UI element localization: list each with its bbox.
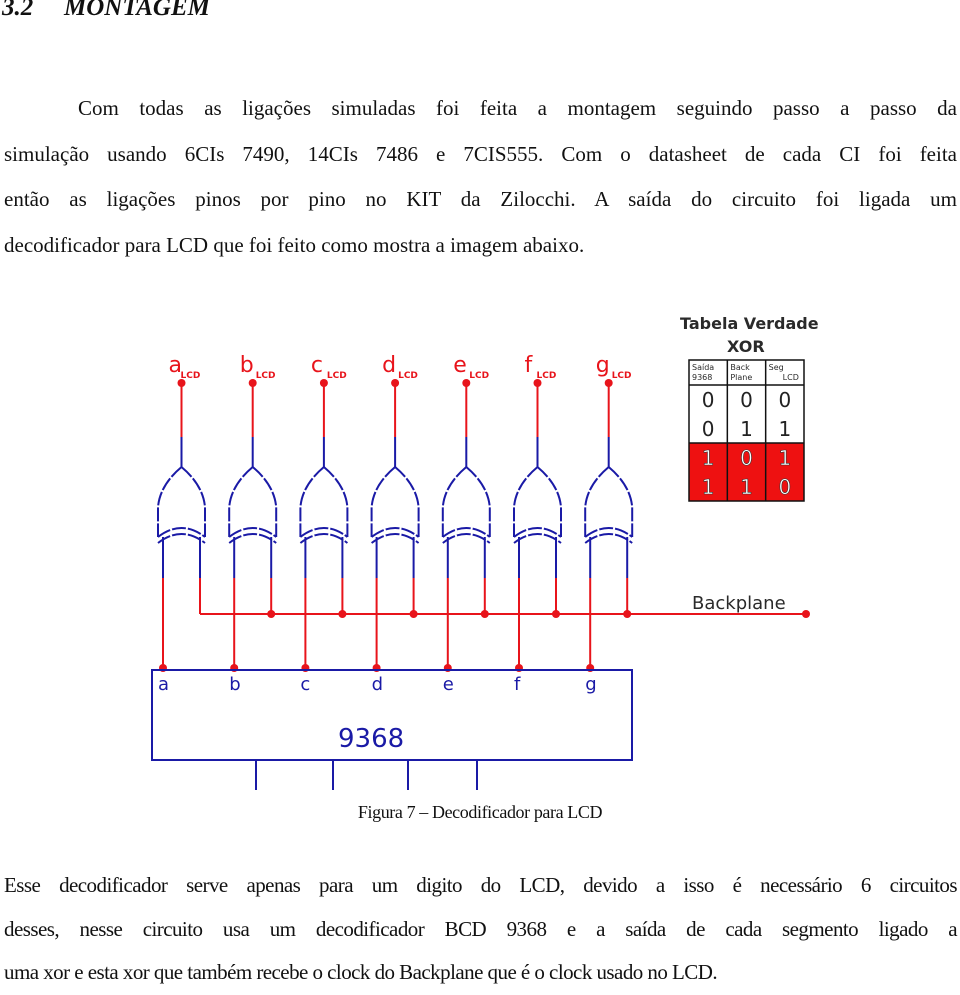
decoder-pin-label: c <box>300 674 310 695</box>
truth-table-cell: 0 <box>740 446 753 470</box>
truth-table-title: Tabela Verdade <box>680 314 819 333</box>
truth-table: Tabela Verdade XOR Saída9368 BackPlane SegLC… <box>680 314 819 502</box>
xor-gate-body <box>513 466 562 544</box>
figure-caption: Figura 7 – Decodificador para LCD <box>357 802 603 822</box>
lcd-output-subscript: LCD <box>256 371 276 381</box>
closing-line: uma xor e esta xor que também recebe o c… <box>4 960 718 984</box>
closing-paragraph: Esse decodificador serve apenas para um … <box>4 864 958 995</box>
xor-gate <box>299 466 349 544</box>
xor-gate <box>441 466 491 544</box>
truth-table-header-sub: LCD <box>783 373 799 382</box>
truth-table-cell: 0 <box>740 388 753 412</box>
truth-table-cell: 0 <box>778 388 791 412</box>
truth-table-header-sub: Plane <box>730 373 752 382</box>
lcd-output-subscript: LCD <box>612 371 632 381</box>
truth-table-cell: 1 <box>702 475 715 499</box>
lcd-output-label: c <box>311 353 323 378</box>
section-heading: 3.2 MONTAGEM <box>2 0 210 22</box>
lcd-output-subscript: LCD <box>327 371 347 381</box>
xor-gate <box>228 466 278 544</box>
xor-gate <box>157 466 206 544</box>
lcd-output-subscript: LCD <box>537 371 557 381</box>
backplane-label: Backplane <box>692 593 786 614</box>
intro-line: então as ligações pinos por pino no KIT … <box>4 187 957 211</box>
truth-table-cell: 1 <box>740 417 753 441</box>
xor-gate-body <box>299 466 349 544</box>
backplane-node <box>802 610 810 618</box>
intro-line: Com todas as ligações simuladas foi feit… <box>78 96 957 120</box>
truth-table-subtitle: XOR <box>727 337 765 356</box>
closing-line: Esse decodificador serve apenas para um … <box>4 873 958 897</box>
intro-line: decodificador para LCD que foi feito com… <box>4 232 585 257</box>
intro-line: simulação usando 6CIs 7490, 14CIs 7486 e… <box>4 141 957 166</box>
xor-gate-body <box>370 466 420 544</box>
decoder-pin-label: b <box>229 674 240 695</box>
truth-table-cell: 0 <box>702 388 715 412</box>
xor-gate <box>513 466 562 544</box>
lcd-output-subscript: LCD <box>181 371 201 381</box>
truth-table-cell: 0 <box>702 417 715 441</box>
truth-table-cell: 1 <box>778 446 791 470</box>
lcd-decoder-figure: aLCDab LCDbc LCDcd LCDde LCDef LCDfg LCDgBackp… <box>151 314 819 790</box>
closing-line: desses, nesse circuito usa um decodifica… <box>4 916 958 941</box>
truth-table-header: Back <box>730 363 750 372</box>
decoder-pin-label: g <box>585 674 596 695</box>
xor-gate-body <box>441 466 491 544</box>
truth-table-header: Seg <box>769 363 784 372</box>
decoder-pin-label: e <box>443 674 454 695</box>
decoder-pin-label: a <box>158 674 169 695</box>
section-title: MONTAGEM <box>64 0 210 21</box>
lcd-output-subscript: LCD <box>398 371 418 381</box>
lcd-output-subscript: LCD <box>469 371 489 381</box>
truth-table-header-sub: 9368 <box>692 373 712 382</box>
xor-gate-body <box>228 466 278 544</box>
xor-gate-body <box>157 466 206 544</box>
truth-table-cell: 1 <box>740 475 753 499</box>
lcd-output-label: f <box>525 353 534 378</box>
decoder-pin-label: d <box>372 674 383 695</box>
xor-gate-body <box>584 466 634 544</box>
lcd-output-label: e <box>453 353 467 378</box>
decoder-chip-label: 9368 <box>338 724 404 754</box>
truth-table-header: Saída <box>692 363 714 372</box>
truth-table-cell: 0 <box>778 475 791 499</box>
truth-table-cell: 1 <box>702 446 715 470</box>
lcd-output-label: d <box>382 353 396 378</box>
lcd-output-label: b <box>240 353 254 378</box>
section-number: 3.2 <box>2 0 34 21</box>
decoder-pin-label: f <box>514 674 521 695</box>
xor-gate <box>370 466 420 544</box>
intro-paragraph: Com todas as ligações simuladas foi feit… <box>4 86 957 268</box>
lcd-output-label: g <box>596 353 610 378</box>
truth-table-cell: 1 <box>778 417 791 441</box>
xor-gate <box>584 466 634 544</box>
